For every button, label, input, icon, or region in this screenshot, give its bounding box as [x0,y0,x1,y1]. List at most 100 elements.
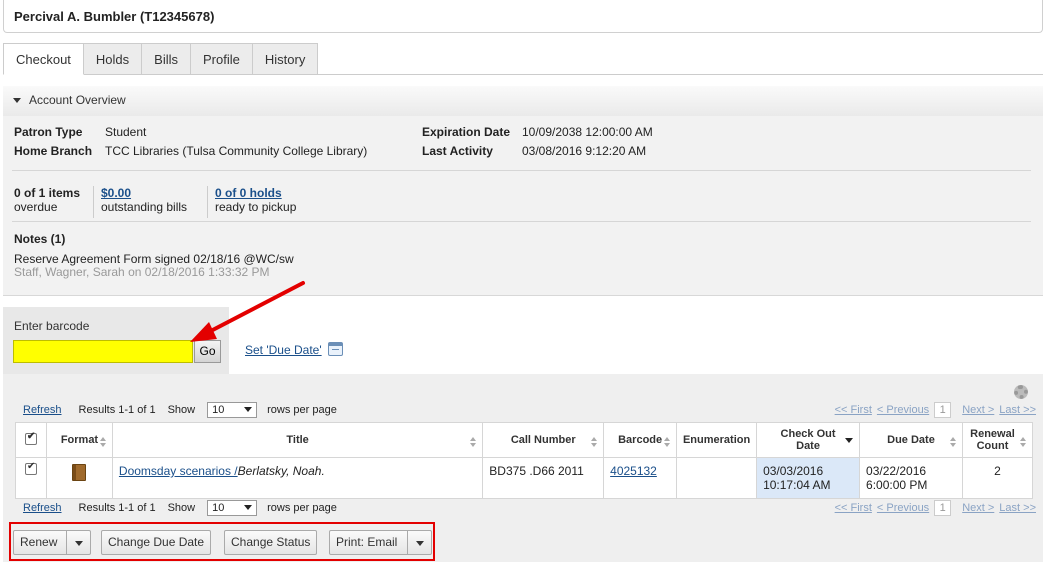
calendar-icon[interactable] [328,342,343,356]
holds-label: ready to pickup [215,200,297,214]
bills-stat: $0.00 outstanding bills [93,186,187,218]
title-header[interactable]: Title [111,422,484,458]
renew-button[interactable]: Renew [13,530,91,555]
call-number-cell: BD375 .D66 2011 [482,457,605,499]
expiration-row: Expiration Date 10/09/2038 12:00:00 AM [422,125,653,139]
change-status-button[interactable]: Change Status [224,530,318,555]
select-all-header[interactable] [15,422,47,458]
check-out-date: 03/03/2016 [763,464,824,478]
last-activity-row: Last Activity 03/08/2016 9:12:20 AM [422,144,646,158]
enumeration-header[interactable]: Enumeration [676,422,758,458]
barcode-header[interactable]: Barcode [603,422,678,458]
barcode-input[interactable] [13,340,193,363]
first-page-link[interactable]: << First [835,502,872,514]
change-due-date-button[interactable]: Change Due Date [101,530,212,555]
rows-per-page-select[interactable]: 10 [207,500,258,516]
format-header[interactable]: Format [45,422,113,458]
refresh-link[interactable]: Refresh [23,502,62,514]
next-page-link[interactable]: Next > [962,502,994,514]
page-number[interactable]: 1 [934,500,952,516]
check-out-date-header[interactable]: Check Out Date [756,422,861,458]
title-link[interactable]: Doomsday scenarios / [119,464,238,478]
call-number-header[interactable]: Call Number [482,422,605,458]
bills-label: outstanding bills [101,200,188,214]
note-text: Reserve Agreement Form signed 02/18/16 @… [14,252,294,266]
bills-amount-link[interactable]: $0.00 [101,186,131,200]
due-date: 03/22/2016 [866,464,927,478]
holds-stat: 0 of 0 holds ready to pickup [207,186,296,218]
last-activity-value: 03/08/2016 9:12:20 AM [522,144,647,158]
note-meta: Staff, Wagner, Sarah on 02/18/2016 1:33:… [14,265,270,279]
previous-page-link[interactable]: < Previous [877,502,929,514]
check-out-date-header-label: Check Out Date [780,428,836,452]
row-select-cell[interactable] [15,457,47,499]
last-page-link[interactable]: Last >> [999,502,1036,514]
chevron-down-icon[interactable] [66,531,90,554]
call-number-header-label: Call Number [510,434,576,446]
last-activity-label: Last Activity [422,144,493,158]
account-overview-title: Account Overview [29,93,126,107]
overdue-stat: 0 of 1 items overdue [14,186,80,214]
renew-label: Renew [20,535,58,549]
chevron-down-icon[interactable] [407,531,431,554]
home-branch-value: TCC Libraries (Tulsa Community College L… [105,144,368,158]
sort-icon [1020,437,1027,447]
sort-icon [664,437,671,447]
tab-checkout[interactable]: Checkout [3,43,84,75]
action-buttons-highlight: Renew Change Due Date Change Status Prin… [9,522,435,561]
enumeration-cell [676,457,758,499]
format-cell [45,457,113,499]
caret-down-icon [13,98,21,104]
last-page-link[interactable]: Last >> [999,404,1036,416]
check-out-time: 10:17:04 AM [763,478,831,492]
tab-profile[interactable]: Profile [191,43,253,75]
account-overview-toggle[interactable]: Account Overview [3,86,1043,116]
rows-per-page-label: rows per page [267,502,337,514]
divider [12,170,1031,171]
patron-type-value: Student [105,125,147,139]
barcode-label: Enter barcode [14,319,90,333]
chevron-down-icon [244,407,253,412]
table-row[interactable]: Doomsday scenarios /Berlatsky, Noah. BD3… [15,457,1034,499]
tab-history[interactable]: History [252,43,319,75]
barcode-link[interactable]: 4025132 [610,464,657,478]
show-label: Show [167,502,196,514]
select-all-checkbox[interactable] [24,431,37,445]
first-page-link[interactable]: << First [835,404,872,416]
tab-bills[interactable]: Bills [142,43,192,75]
set-due-date-link[interactable]: Set 'Due Date' [245,343,322,357]
tab-holds[interactable]: Holds [83,43,143,75]
pager-top: Refresh Results 1-1 of 1 Show 10 rows pe… [23,401,1036,419]
author-name: Berlatsky, Noah. [237,464,325,478]
holds-count-link[interactable]: 0 of 0 holds [215,186,282,200]
barcode-cell: 4025132 [603,457,678,499]
due-date-header-label: Due Date [887,434,935,446]
enumeration-header-label: Enumeration [682,434,751,446]
expiration-value: 10/09/2038 12:00:00 AM [522,125,653,139]
pager-bottom: Refresh Results 1-1 of 1 Show 10 rows pe… [23,499,1036,517]
overdue-label: overdue [14,200,58,214]
row-checkbox[interactable] [24,461,37,475]
sort-icon [99,437,107,447]
expiration-label: Expiration Date [422,125,511,139]
show-label: Show [167,404,196,416]
rows-per-page-select[interactable]: 10 [207,402,258,418]
previous-page-link[interactable]: < Previous [877,404,929,416]
print-email-label: Print: Email [336,535,398,549]
due-date-header[interactable]: Due Date [859,422,963,458]
next-page-link[interactable]: Next > [962,404,994,416]
overdue-count: 0 of 1 items [14,186,81,200]
barcode-entry-panel: Enter barcode Go [3,307,229,375]
pagination: << First < Previous 1 Next > Last >> [830,402,1036,418]
gear-icon[interactable] [1014,385,1028,399]
print-email-button[interactable]: Print: Email [329,530,432,555]
barcode-header-label: Barcode [618,434,663,446]
renewal-count-cell: 2 [961,457,1034,499]
renewal-count-header[interactable]: Renewal Count [961,422,1034,458]
divider [12,221,1031,222]
refresh-link[interactable]: Refresh [23,404,62,416]
go-button[interactable]: Go [194,340,221,363]
tab-divider [309,74,1043,75]
home-branch-label: Home Branch [14,144,93,158]
page-number[interactable]: 1 [934,402,952,418]
